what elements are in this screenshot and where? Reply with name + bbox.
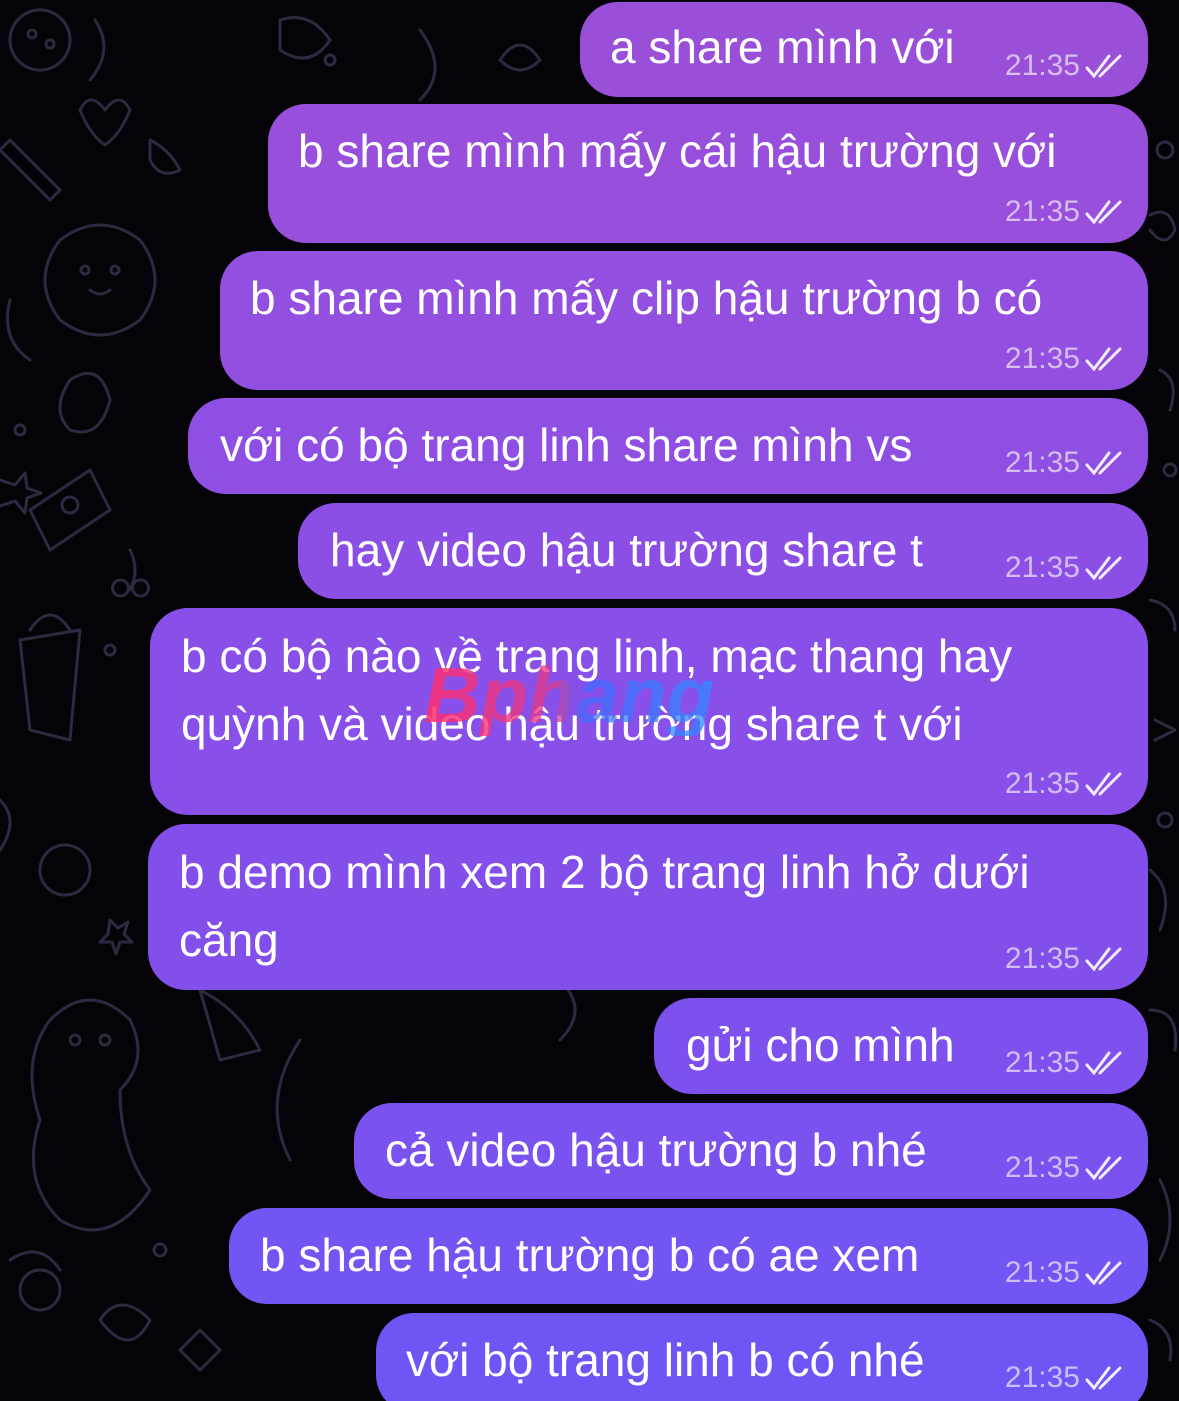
message-text: b share hậu trường b có ae xem <box>260 1229 920 1281</box>
message-time: 21:35 <box>1004 49 1080 82</box>
message-meta: 21:35 <box>1005 446 1126 480</box>
message-meta: 21:35 <box>1005 195 1126 229</box>
message-meta: 21:35 <box>1005 942 1126 976</box>
message-text: b share mình mấy clip hậu trường b có <box>250 272 1043 324</box>
message-meta: 21:35 <box>1005 342 1126 376</box>
message-list: a share mình với 21:35 b share mình mấy … <box>0 0 1179 1401</box>
message-text: b share mình mấy cái hậu trường với <box>298 125 1057 177</box>
message-time: 21:35 <box>1004 1046 1080 1079</box>
message-bubble[interactable]: cả video hậu trường b nhé 21:35 <box>354 1103 1148 1199</box>
message-bubble[interactable]: b share mình mấy clip hậu trường b có 21… <box>220 251 1148 390</box>
message-text: a share mình với <box>610 21 955 73</box>
double-check-icon <box>1085 1261 1122 1286</box>
message-bubble[interactable]: gửi cho mình 21:35 <box>654 998 1148 1094</box>
double-check-icon <box>1085 347 1122 372</box>
message-time: 21:35 <box>1004 195 1080 228</box>
message-text: b có bộ nào về trang linh, mạc thang hay… <box>181 630 1013 750</box>
message-text: cả video hậu trường b nhé <box>385 1124 927 1176</box>
message-bubble[interactable]: hay video hậu trường share t 21:35 <box>298 503 1148 599</box>
message-meta: 21:35 <box>1005 49 1126 83</box>
double-check-icon <box>1085 1156 1122 1181</box>
message-meta: 21:35 <box>1005 1151 1126 1185</box>
message-bubble[interactable]: b share hậu trường b có ae xem 21:35 <box>229 1208 1148 1304</box>
message-bubble[interactable]: với bộ trang linh b có nhé 21:35 <box>376 1313 1148 1401</box>
message-meta: 21:35 <box>1005 551 1126 585</box>
message-text: gửi cho mình <box>686 1019 955 1071</box>
double-check-icon <box>1085 54 1122 79</box>
message-time: 21:35 <box>1004 342 1080 375</box>
chat-background: a share mình với 21:35 b share mình mấy … <box>0 0 1179 1401</box>
double-check-icon <box>1085 1366 1122 1391</box>
double-check-icon <box>1085 451 1122 476</box>
message-text: hay video hậu trường share t <box>330 524 923 576</box>
message-bubble[interactable]: b demo mình xem 2 bộ trang linh hở dưới … <box>148 824 1148 990</box>
message-bubble[interactable]: a share mình với 21:35 <box>580 2 1148 97</box>
message-meta: 21:35 <box>1005 767 1126 801</box>
message-time: 21:35 <box>1004 1256 1080 1289</box>
double-check-icon <box>1085 556 1122 581</box>
double-check-icon <box>1085 772 1122 797</box>
message-time: 21:35 <box>1004 1361 1080 1394</box>
message-time: 21:35 <box>1004 1151 1080 1184</box>
message-meta: 21:35 <box>1005 1046 1126 1080</box>
message-time: 21:35 <box>1004 942 1080 975</box>
message-time: 21:35 <box>1004 767 1080 800</box>
double-check-icon <box>1085 947 1122 972</box>
message-time: 21:35 <box>1004 551 1080 584</box>
message-bubble[interactable]: b share mình mấy cái hậu trường với 21:3… <box>268 104 1148 243</box>
message-bubble[interactable]: b có bộ nào về trang linh, mạc thang hay… <box>150 608 1148 815</box>
message-time: 21:35 <box>1004 446 1080 479</box>
message-text: với có bộ trang linh share mình vs <box>220 419 913 471</box>
message-meta: 21:35 <box>1005 1361 1126 1395</box>
message-text: b demo mình xem 2 bộ trang linh hở dưới … <box>179 846 1030 966</box>
message-bubble[interactable]: với có bộ trang linh share mình vs 21:35 <box>188 398 1148 494</box>
double-check-icon <box>1085 200 1122 225</box>
message-text: với bộ trang linh b có nhé <box>406 1334 925 1386</box>
message-meta: 21:35 <box>1005 1256 1126 1290</box>
double-check-icon <box>1085 1051 1122 1076</box>
